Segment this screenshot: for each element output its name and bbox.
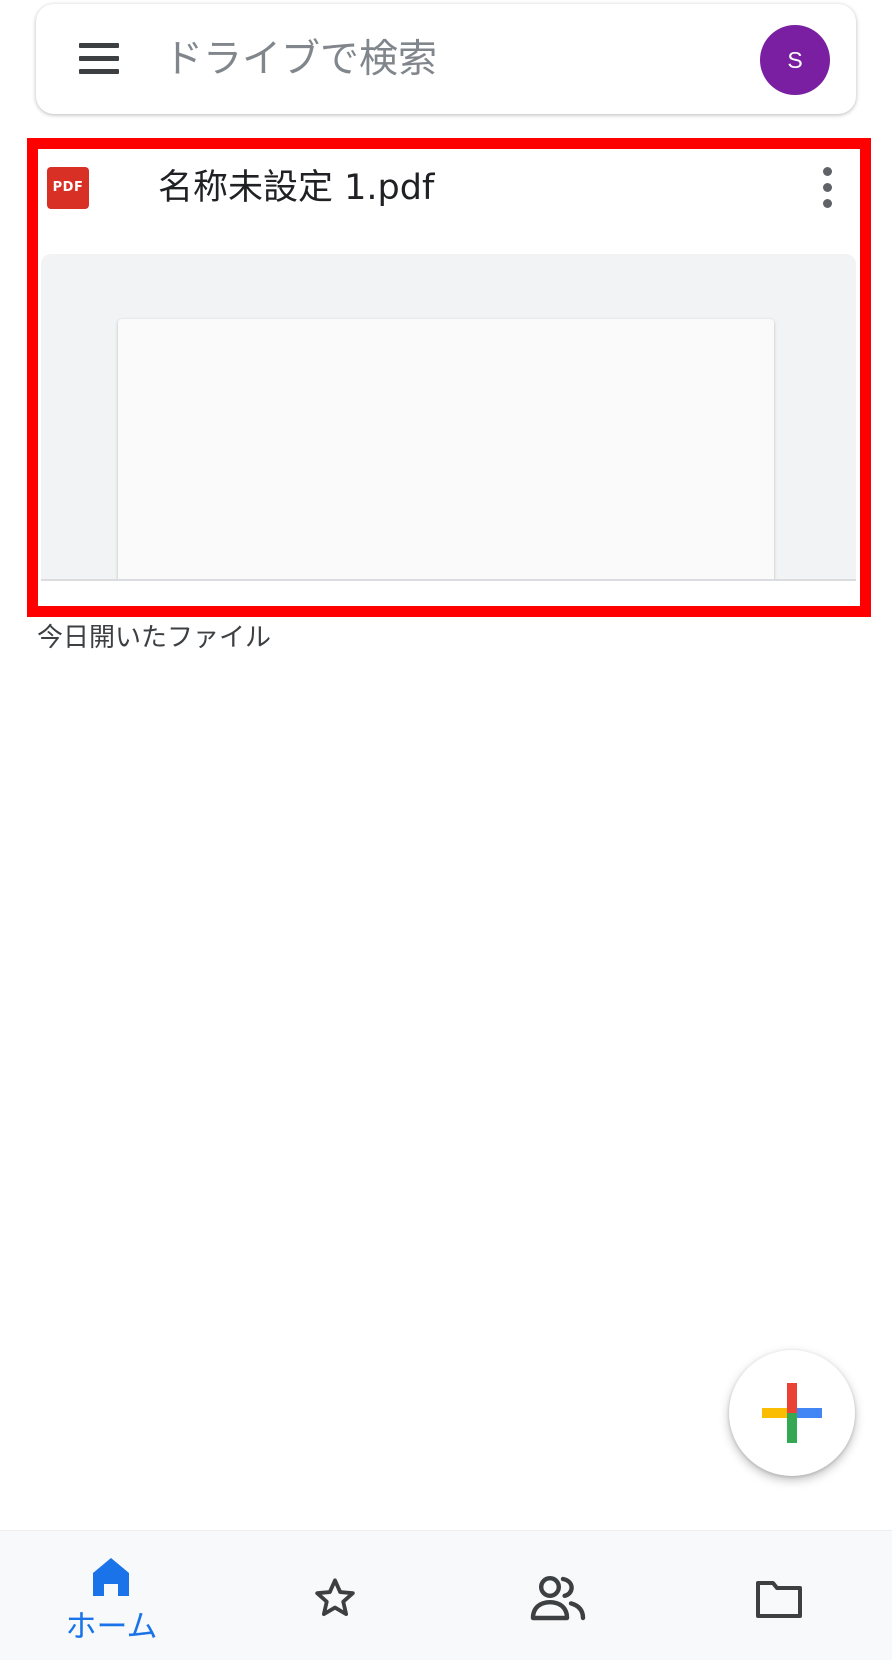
pdf-icon: PDF <box>47 167 89 209</box>
search-bar[interactable]: ドライブで検索 S <box>36 4 856 114</box>
file-name[interactable]: 名称未設定 1.pdf <box>158 162 434 214</box>
nav-home[interactable]: ホーム <box>0 1531 223 1660</box>
new-fab-button[interactable] <box>729 1350 855 1476</box>
star-icon <box>315 1578 355 1617</box>
folder-icon <box>756 1581 802 1618</box>
shared-people-icon <box>530 1575 586 1621</box>
bottom-nav: ホーム <box>0 1530 892 1660</box>
plus-icon <box>762 1383 822 1443</box>
opened-today-label: 今日開いたファイル <box>37 623 272 653</box>
thumbnail-page <box>118 319 774 579</box>
nav-shared[interactable] <box>446 1531 669 1660</box>
home-icon <box>93 1558 129 1596</box>
nav-files[interactable] <box>669 1531 892 1660</box>
nav-starred[interactable] <box>223 1531 446 1660</box>
menu-icon[interactable] <box>76 41 122 77</box>
more-vert-icon[interactable] <box>815 166 841 210</box>
drive-home-screen: ドライブで検索 S PDF 名称未設定 1.pdf 今日開いたファイル ホーム <box>0 0 892 1660</box>
avatar[interactable]: S <box>760 25 830 95</box>
nav-home-label: ホーム <box>65 1609 158 1645</box>
file-thumbnail[interactable] <box>41 254 856 581</box>
search-placeholder[interactable]: ドライブで検索 <box>164 32 437 88</box>
